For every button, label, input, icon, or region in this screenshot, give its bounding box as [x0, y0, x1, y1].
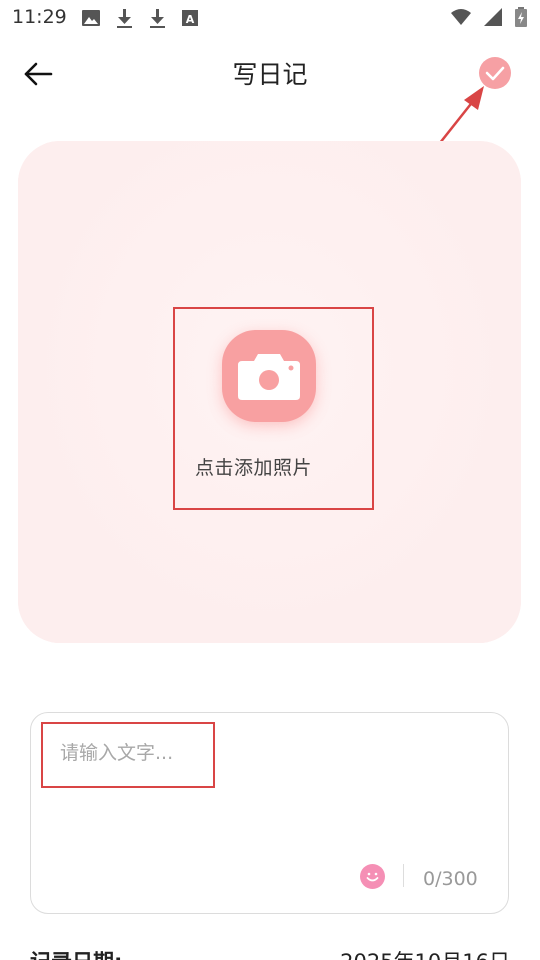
char-count: 0/300	[423, 868, 478, 890]
editor-divider	[403, 864, 404, 887]
camera-icon	[238, 354, 300, 400]
add-photo-label: 点击添加照片	[195, 457, 313, 479]
system-icons	[450, 6, 528, 28]
image-icon	[82, 10, 100, 26]
page-title: 写日记	[232, 60, 308, 89]
smiley-icon	[366, 872, 379, 882]
confirm-button[interactable]	[479, 57, 511, 89]
battery-icon	[515, 7, 527, 27]
font-icon: A	[182, 10, 198, 26]
status-bar: 11:29 A	[0, 0, 540, 36]
signal-icon	[484, 8, 502, 26]
wifi-icon	[451, 9, 471, 25]
download-icon	[150, 9, 165, 28]
app-header: 写日记	[0, 40, 540, 108]
add-photo-button[interactable]	[222, 330, 316, 422]
text-input-highlight-box	[41, 722, 215, 788]
svg-text:A: A	[186, 13, 195, 26]
status-time: 11:29	[12, 6, 67, 28]
notification-icons: A	[80, 7, 201, 29]
check-icon	[485, 66, 505, 81]
date-label: 记录日期:	[30, 946, 122, 960]
emoji-button[interactable]	[360, 864, 385, 889]
date-value[interactable]: 2025年10月16日	[340, 946, 510, 960]
diary-screen: 11:29 A 写日记 点击添加照片 请输入文字... 0/300	[0, 0, 540, 960]
download-icon	[117, 9, 132, 28]
